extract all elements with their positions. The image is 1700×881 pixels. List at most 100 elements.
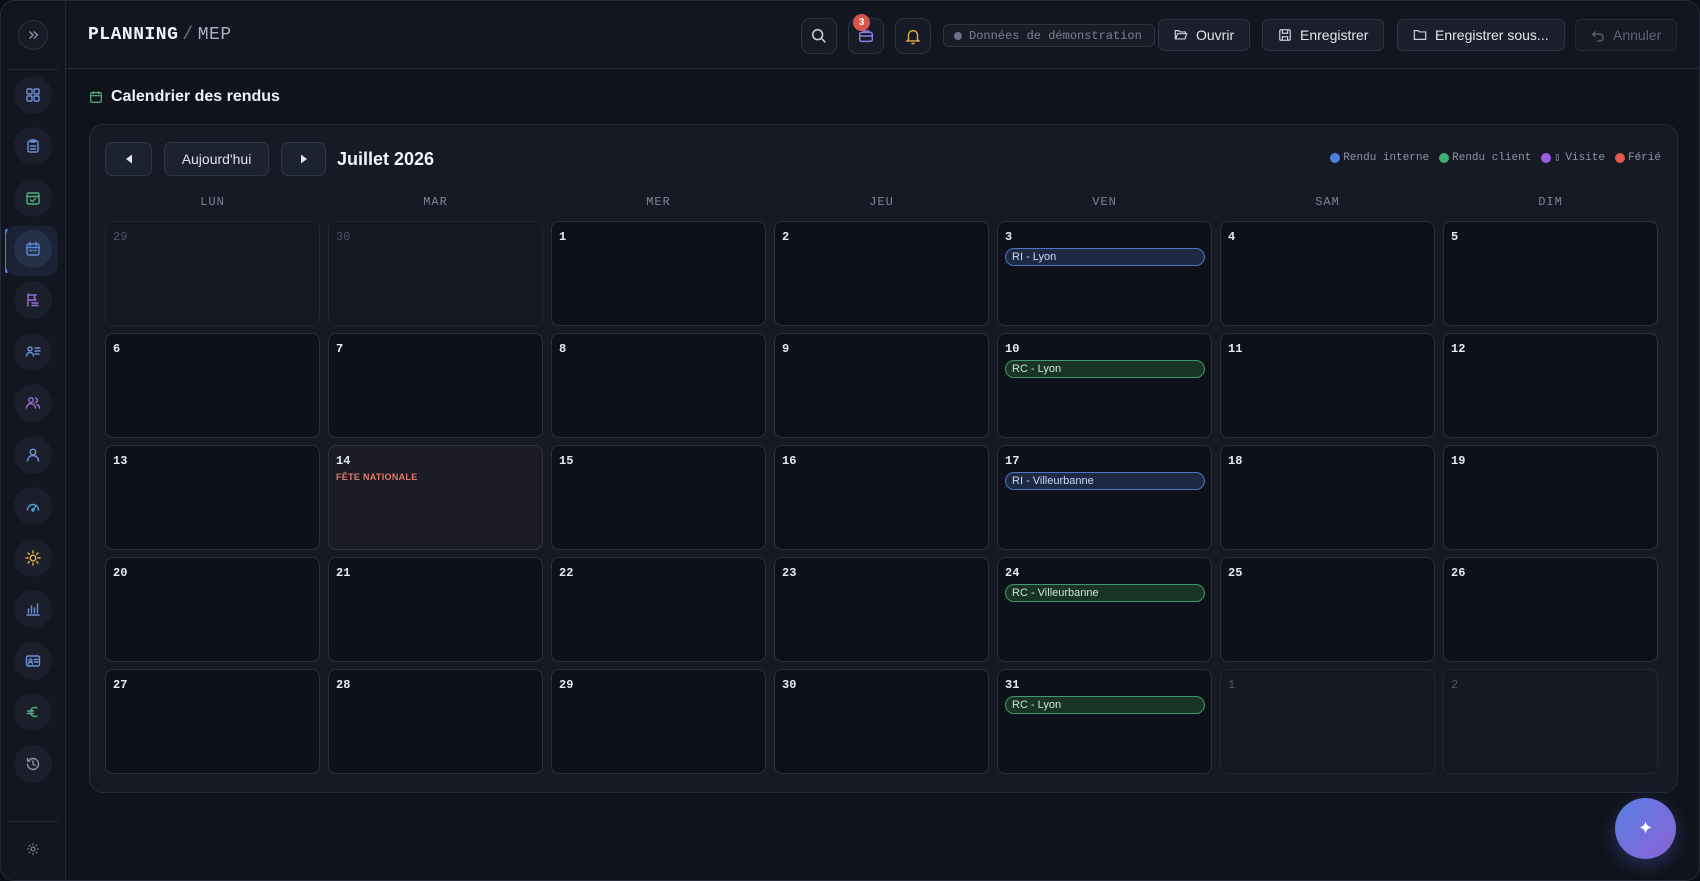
legend-dot — [1439, 153, 1450, 163]
demo-data-indicator: Données de démonstration — [943, 24, 1155, 47]
day-cell[interactable]: 2 — [774, 221, 989, 326]
day-cell[interactable]: 7 — [328, 333, 543, 438]
day-cell[interactable]: 30 — [774, 669, 989, 774]
team-list-icon — [25, 346, 41, 357]
day-cell[interactable]: 1 — [551, 221, 766, 326]
day-number: 7 — [336, 342, 344, 356]
day-number: 4 — [1228, 230, 1236, 244]
save-as-button[interactable]: Enregistrer sous... — [1397, 19, 1565, 51]
day-number: 30 — [336, 230, 351, 244]
sidebar-item-user[interactable] — [14, 436, 52, 474]
day-cell[interactable]: 12 — [1443, 333, 1658, 438]
breadcrumb-root[interactable]: PLANNING — [88, 25, 178, 45]
day-cell[interactable]: 20 — [105, 557, 320, 662]
sidebar-item-grid[interactable] — [14, 76, 52, 114]
expand-sidebar-button[interactable] — [18, 20, 48, 50]
sidebar-item-history[interactable] — [14, 745, 52, 783]
day-cell[interactable]: 15 — [551, 445, 766, 550]
sidebar-item-calendar[interactable] — [14, 230, 52, 268]
day-cell[interactable]: 17 RI - Villeurbanne — [997, 445, 1212, 550]
day-number: 28 — [336, 678, 351, 692]
sidebar-item-clipboard[interactable] — [14, 127, 52, 165]
legend-item: ▯ Visite — [1541, 152, 1605, 164]
day-cell[interactable]: 11 — [1220, 333, 1435, 438]
day-cell[interactable]: 24 RC - Villeurbanne — [997, 557, 1212, 662]
day-cell[interactable]: 25 — [1220, 557, 1435, 662]
day-cell[interactable]: 4 — [1220, 221, 1435, 326]
day-cell[interactable]: 26 — [1443, 557, 1658, 662]
sidebar-item-list-flag[interactable] — [14, 281, 52, 319]
settings-button[interactable] — [23, 839, 43, 859]
sidebar-item-calendar-check[interactable] — [14, 179, 52, 217]
clipboard-icon — [27, 139, 39, 153]
day-cell[interactable]: 30 — [328, 221, 543, 326]
day-number: 19 — [1451, 454, 1466, 468]
save-button[interactable]: Enregistrer — [1262, 19, 1385, 51]
day-cell[interactable]: 10 RC - Lyon — [997, 333, 1212, 438]
day-cell[interactable]: 27 — [105, 669, 320, 774]
day-number: 5 — [1451, 230, 1459, 244]
day-cell[interactable]: 13 — [105, 445, 320, 550]
event-chip[interactable]: RI - Lyon — [1005, 248, 1205, 266]
notifications-button[interactable] — [895, 18, 931, 54]
day-number: 3 — [1005, 230, 1013, 244]
weekday-label: VEN — [1092, 195, 1117, 209]
assistant-button[interactable]: ✦ — [1615, 798, 1676, 859]
day-number: 31 — [1005, 678, 1020, 692]
prev-month-button[interactable] — [105, 142, 152, 176]
next-month-button[interactable] — [281, 142, 326, 176]
list-flag-icon — [27, 293, 39, 307]
day-cell[interactable]: 5 — [1443, 221, 1658, 326]
day-cell[interactable]: 28 — [328, 669, 543, 774]
event-chip[interactable]: RC - Lyon — [1005, 696, 1205, 714]
day-cell[interactable]: 6 — [105, 333, 320, 438]
sidebar-item-users[interactable] — [14, 384, 52, 422]
gauge-icon — [26, 503, 40, 512]
sidebar-item-sun[interactable] — [14, 539, 52, 577]
day-cell[interactable]: 18 — [1220, 445, 1435, 550]
day-cell[interactable]: 23 — [774, 557, 989, 662]
sidebar-item-team-list[interactable] — [14, 333, 52, 371]
sidebar-item-id-card[interactable] — [14, 642, 52, 680]
search-button[interactable] — [801, 18, 837, 54]
day-cell[interactable]: 8 — [551, 333, 766, 438]
day-cell[interactable]: 16 — [774, 445, 989, 550]
open-button[interactable]: Ouvrir — [1158, 19, 1251, 51]
grid-icon — [26, 88, 40, 102]
day-cell[interactable]: 21 — [328, 557, 543, 662]
day-cell[interactable]: 19 — [1443, 445, 1658, 550]
breadcrumb-separator: / — [182, 25, 194, 45]
page-title: Calendrier des rendus — [89, 88, 280, 106]
day-cell[interactable]: 9 — [774, 333, 989, 438]
breadcrumb-current: MEP — [197, 25, 232, 45]
legend-label: Férié — [1627, 152, 1661, 164]
weekday-label: LUN — [200, 195, 225, 209]
day-cell[interactable]: 22 — [551, 557, 766, 662]
day-cell[interactable]: 31 RC - Lyon — [997, 669, 1212, 774]
day-number: 13 — [113, 454, 128, 468]
user-icon — [26, 448, 40, 462]
event-chip[interactable]: RI - Villeurbanne — [1005, 472, 1205, 490]
undo-button[interactable]: Annuler — [1575, 19, 1678, 51]
sidebar-item-euro[interactable] — [14, 693, 52, 731]
day-cell[interactable]: 29 — [551, 669, 766, 774]
sidebar-item-gauge[interactable] — [14, 487, 52, 525]
calendar-icon — [26, 241, 40, 256]
day-number: 29 — [113, 230, 128, 244]
day-cell[interactable]: 1 — [1220, 669, 1435, 774]
folder-open-icon — [1174, 30, 1188, 40]
day-number: 1 — [559, 230, 567, 244]
day-cell[interactable]: 3 RI - Lyon — [997, 221, 1212, 326]
gear-icon — [27, 843, 39, 855]
day-cell[interactable]: 14 FÊTE NATIONALE — [328, 445, 543, 550]
day-cell[interactable]: 29 — [105, 221, 320, 326]
day-number: 26 — [1451, 566, 1466, 580]
sidebar-item-bar-chart[interactable] — [14, 590, 52, 628]
event-chip[interactable]: RC - Lyon — [1005, 360, 1205, 378]
event-chip[interactable]: RC - Villeurbanne — [1005, 584, 1205, 602]
save-as-label: Enregistrer sous... — [1435, 27, 1549, 43]
day-cell[interactable]: 2 — [1443, 669, 1658, 774]
legend-dot — [1614, 153, 1625, 163]
day-number: 23 — [782, 566, 797, 580]
today-button[interactable]: Aujourd'hui — [164, 142, 269, 176]
